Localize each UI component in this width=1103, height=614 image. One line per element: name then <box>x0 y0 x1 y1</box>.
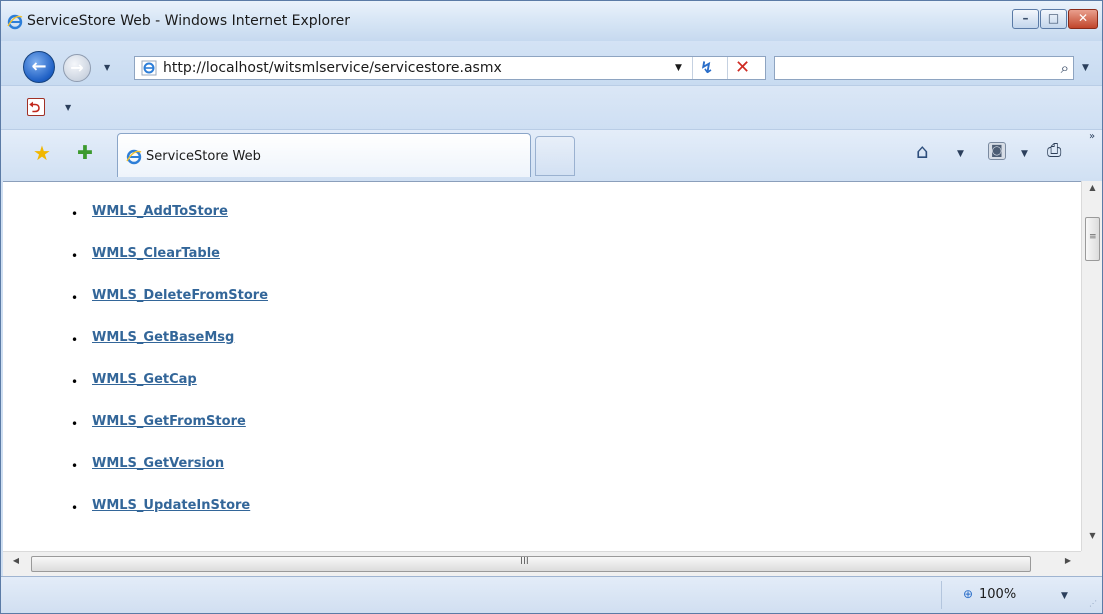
home-dropdown-icon[interactable]: ▼ <box>957 149 964 159</box>
pdf-toolbar-icon[interactable]: ⮌ <box>27 98 45 116</box>
bullet: • <box>71 459 79 473</box>
tab-servicestore-web[interactable]: ServiceStore Web <box>117 133 531 177</box>
page-content: • WMLS_AddToStore • WMLS_ClearTable • WMLS_… <box>3 181 1081 551</box>
thumb-grip-icon: III <box>520 556 529 567</box>
address-bar[interactable]: http://localhost/witsmlservice/servicest… <box>134 56 766 80</box>
home-icon[interactable]: ⌂ <box>916 139 929 163</box>
scrollbar-corner <box>1081 551 1102 576</box>
pdf-glyph: ⮌ <box>29 100 41 116</box>
feeds-glyph: ◙ <box>991 143 1003 157</box>
forward-button[interactable]: → <box>63 54 91 82</box>
print-icon[interactable]: ⎙ <box>1047 140 1061 161</box>
maximize-button[interactable]: □ <box>1040 9 1067 29</box>
operation-link[interactable]: WMLS_GetFromStore <box>92 414 246 429</box>
operation-link[interactable]: WMLS_GetCap <box>92 372 197 387</box>
thumb-grip-icon: ≡ <box>1089 232 1097 242</box>
ie-logo-icon <box>7 14 23 30</box>
operation-link[interactable]: WMLS_DeleteFromStore <box>92 288 268 303</box>
vertical-scrollbar[interactable]: ▲ ≡ ▼ <box>1081 181 1102 551</box>
stop-icon[interactable]: ✕ <box>735 57 750 78</box>
toolbar-row <box>1 85 1102 129</box>
bullet: • <box>71 375 79 389</box>
add-to-favorites-icon[interactable]: ✚ <box>77 142 93 164</box>
back-arrow-icon: ← <box>31 56 47 77</box>
recent-pages-dropdown-icon[interactable]: ▼ <box>104 63 110 72</box>
caption-buttons: – □ ✕ <box>1012 9 1098 29</box>
title-bar: ServiceStore Web - Windows Internet Expl… <box>1 1 1102 41</box>
feeds-icon[interactable]: ◙ <box>988 142 1006 160</box>
resize-grip-icon[interactable]: ⋰ <box>1089 599 1097 608</box>
address-divider <box>727 57 728 79</box>
browser-window: ServiceStore Web - Windows Internet Expl… <box>0 0 1103 614</box>
address-divider <box>692 57 693 79</box>
status-divider <box>941 581 942 609</box>
bullet: • <box>71 333 79 347</box>
horizontal-scroll-thumb[interactable]: III <box>31 556 1031 572</box>
ie-logo-icon <box>126 149 142 165</box>
operation-link[interactable]: WMLS_ClearTable <box>92 246 220 261</box>
bullet: • <box>71 207 79 221</box>
search-box[interactable]: ⌕ <box>774 56 1074 80</box>
favorites-center-icon[interactable]: ★ <box>33 141 51 165</box>
bullet: • <box>71 501 79 515</box>
minimize-icon: – <box>1022 11 1029 25</box>
scroll-down-icon[interactable]: ▼ <box>1082 531 1103 549</box>
close-icon: ✕ <box>1077 11 1089 25</box>
address-dropdown-icon[interactable]: ▼ <box>675 63 682 73</box>
operation-link[interactable]: WMLS_GetVersion <box>92 456 224 471</box>
scroll-left-icon[interactable]: ◀ <box>7 556 25 572</box>
search-icon[interactable]: ⌕ <box>1061 59 1069 77</box>
back-button[interactable]: ← <box>23 51 55 83</box>
operation-link[interactable]: WMLS_AddToStore <box>92 204 228 219</box>
bullet: • <box>71 249 79 263</box>
bullet: • <box>71 417 79 431</box>
url-text[interactable]: http://localhost/witsmlservice/servicest… <box>163 60 502 76</box>
new-tab-button[interactable] <box>535 136 575 176</box>
maximize-icon: □ <box>1047 11 1060 25</box>
page-ie-icon <box>141 60 157 76</box>
operation-link[interactable]: WMLS_GetBaseMsg <box>92 330 234 345</box>
zoom-dropdown-icon[interactable]: ▼ <box>1061 591 1068 601</box>
feeds-dropdown-icon[interactable]: ▼ <box>1021 149 1028 159</box>
search-provider-dropdown-icon[interactable]: ▼ <box>1082 63 1089 73</box>
status-bar <box>1 576 1102 613</box>
window-title: ServiceStore Web - Windows Internet Expl… <box>27 13 350 29</box>
pdf-dropdown-icon[interactable]: ▼ <box>65 103 71 112</box>
refresh-icon[interactable]: ↯ <box>700 58 713 77</box>
minimize-button[interactable]: – <box>1012 9 1039 29</box>
more-commands-icon[interactable]: » <box>1089 131 1095 142</box>
forward-arrow-icon: → <box>70 58 84 77</box>
horizontal-scrollbar[interactable]: ◀ III ▶ <box>3 551 1081 576</box>
vertical-scroll-thumb[interactable]: ≡ <box>1085 217 1100 261</box>
close-button[interactable]: ✕ <box>1068 9 1098 29</box>
scroll-up-icon[interactable]: ▲ <box>1082 183 1103 201</box>
tab-title: ServiceStore Web <box>146 149 261 164</box>
bullet: • <box>71 291 79 305</box>
operation-link[interactable]: WMLS_UpdateInStore <box>92 498 250 513</box>
scroll-right-icon[interactable]: ▶ <box>1059 556 1077 572</box>
zoom-icon[interactable]: ⊕ <box>963 587 973 601</box>
zoom-level[interactable]: 100% <box>979 587 1016 602</box>
